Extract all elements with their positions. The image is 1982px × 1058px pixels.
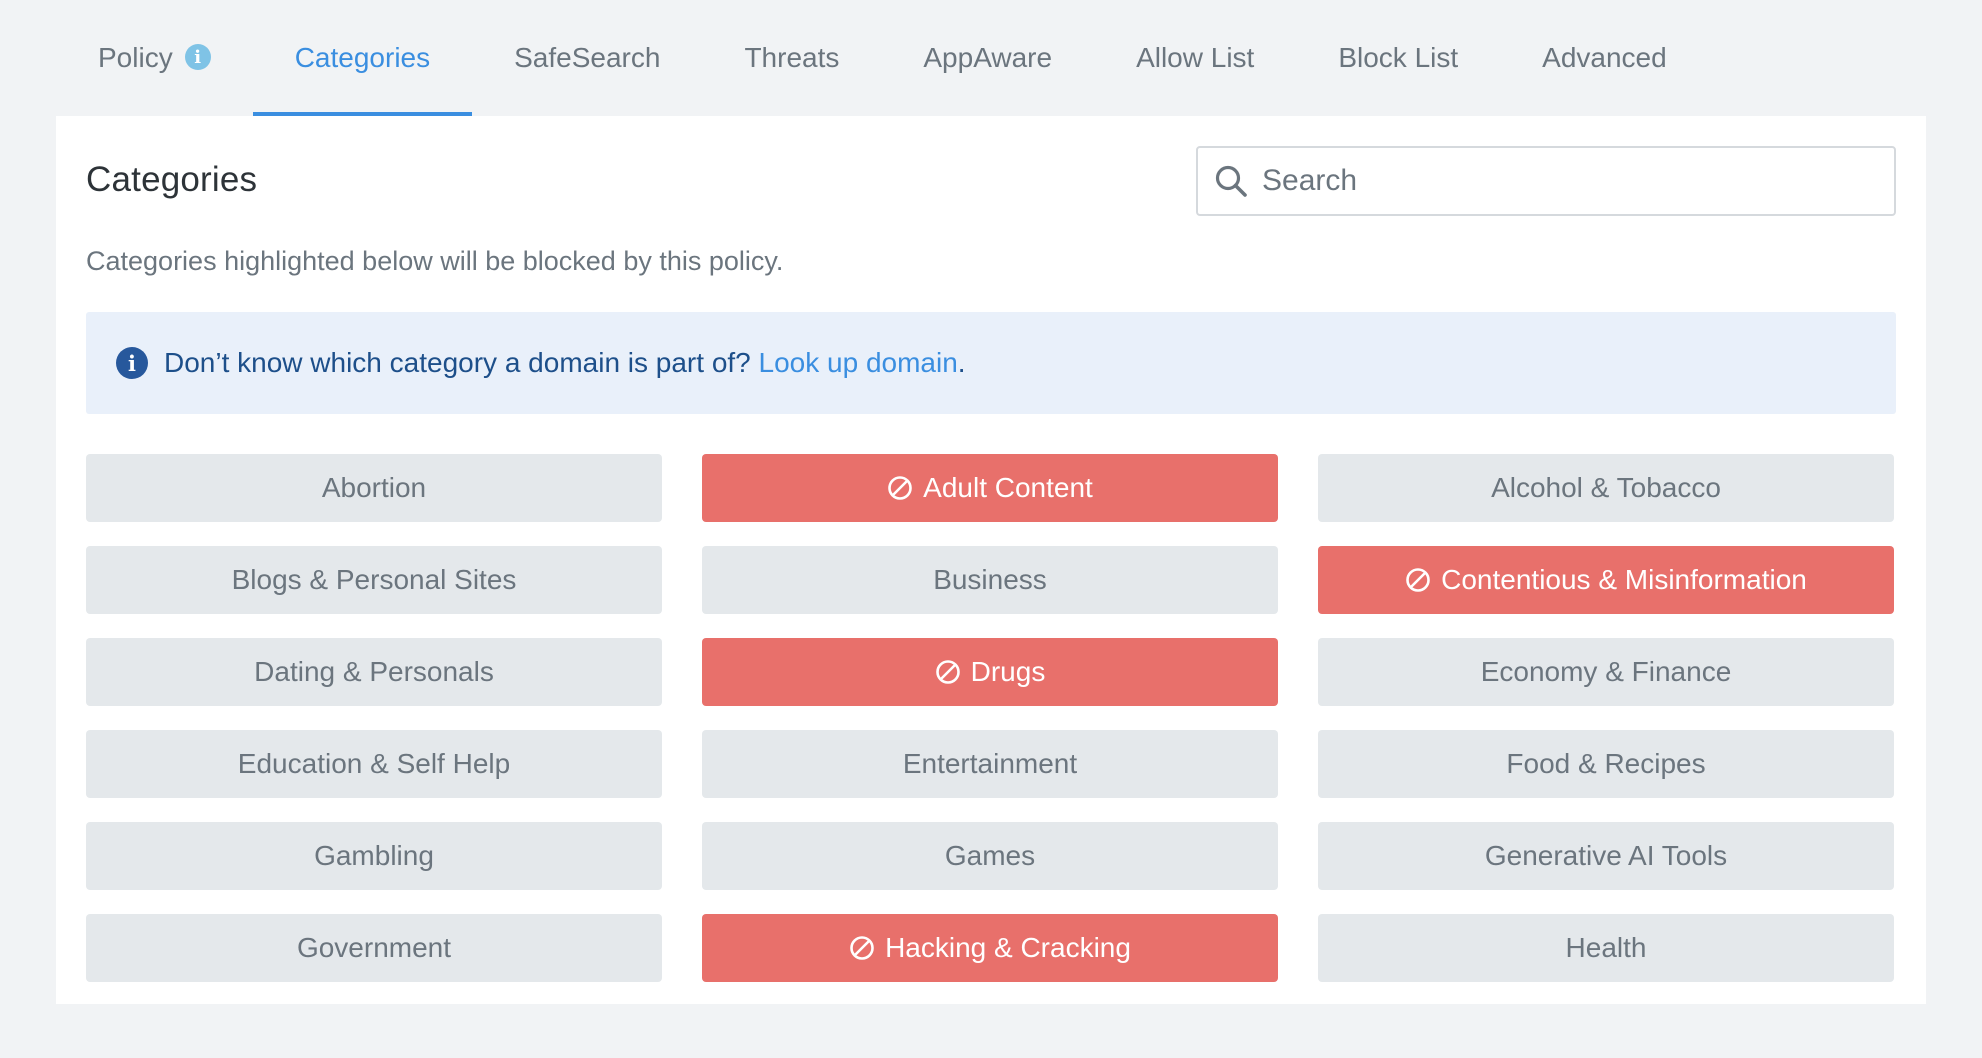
category-button-blocked[interactable]: Contentious & Misinformation xyxy=(1318,546,1894,614)
info-notice: i Don’t know which category a domain is … xyxy=(86,312,1896,414)
notice-text: Don’t know which category a domain is pa… xyxy=(164,347,966,379)
category-label: Education & Self Help xyxy=(237,748,511,779)
look-up-domain-link[interactable]: Look up domain xyxy=(759,347,958,378)
category-grid: Abortion Adult Content Alcohol & Tobacco… xyxy=(86,454,1896,982)
category-button[interactable]: Games xyxy=(702,822,1278,890)
category-button[interactable]: Business xyxy=(702,546,1278,614)
category-button[interactable]: Abortion xyxy=(86,454,662,522)
notice-message: Don’t know which category a domain is pa… xyxy=(164,347,759,378)
category-label: Generative AI Tools xyxy=(1484,840,1728,871)
block-icon xyxy=(850,936,874,960)
tab-categories-label: Categories xyxy=(294,42,431,73)
category-label: Abortion xyxy=(321,472,427,503)
category-button[interactable]: Government xyxy=(86,914,662,982)
category-label: Blogs & Personal Sites xyxy=(231,564,517,595)
page-title: Categories xyxy=(86,160,258,199)
tab-safesearch[interactable]: SafeSearch xyxy=(472,0,702,116)
category-label: Dating & Personals xyxy=(254,656,494,687)
category-button[interactable]: Education & Self Help xyxy=(86,730,662,798)
block-icon xyxy=(935,660,960,684)
category-button[interactable]: Alcohol & Tobacco xyxy=(1318,454,1894,522)
policy-page: Policy i Categories SafeSearch Threats A… xyxy=(0,0,1982,1058)
tab-advanced[interactable]: Advanced xyxy=(1500,0,1709,116)
category-label: Adult Content xyxy=(923,472,1093,503)
category-label: Gambling xyxy=(314,840,434,871)
tab-allow-list[interactable]: Allow List xyxy=(1094,0,1296,116)
page-subtitle: Categories highlighted below will be blo… xyxy=(86,246,784,276)
category-button[interactable]: Generative AI Tools xyxy=(1318,822,1894,890)
block-icon xyxy=(888,476,912,500)
tab-block-list[interactable]: Block List xyxy=(1296,0,1500,116)
category-button[interactable]: Health xyxy=(1318,914,1894,982)
category-button-blocked[interactable]: Adult Content xyxy=(702,454,1278,522)
categories-card: Categories Categories highlighted below … xyxy=(56,116,1926,1004)
notice-suffix: . xyxy=(957,347,966,378)
category-button[interactable]: Economy & Finance xyxy=(1318,638,1894,706)
category-label: Health xyxy=(1565,932,1647,963)
category-button[interactable]: Food & Recipes xyxy=(1318,730,1894,798)
tab-policy-label: Policy xyxy=(98,42,173,73)
category-label: Entertainment xyxy=(902,748,1078,779)
search-icon xyxy=(1215,165,1247,197)
category-button[interactable]: Gambling xyxy=(86,822,662,890)
tab-appaware[interactable]: AppAware xyxy=(881,0,1094,116)
category-button-blocked[interactable]: Hacking & Cracking xyxy=(702,914,1278,982)
category-label: Hacking & Cracking xyxy=(885,932,1131,963)
tab-appaware-label: AppAware xyxy=(923,42,1053,73)
category-label: Games xyxy=(944,840,1036,871)
tab-threats-label: Threats xyxy=(744,42,840,73)
tab-advanced-label: Advanced xyxy=(1542,42,1667,73)
tab-categories[interactable]: Categories xyxy=(252,0,473,116)
category-label: Drugs xyxy=(970,656,1046,687)
tab-block-list-label: Block List xyxy=(1338,42,1459,73)
category-label: Government xyxy=(296,932,452,963)
category-button[interactable]: Dating & Personals xyxy=(86,638,662,706)
category-button[interactable]: Entertainment xyxy=(702,730,1278,798)
category-label: Food & Recipes xyxy=(1506,748,1706,779)
block-icon xyxy=(1406,568,1430,592)
search-input[interactable] xyxy=(1262,164,1862,198)
tab-threats[interactable]: Threats xyxy=(702,0,881,116)
category-button[interactable]: Blogs & Personal Sites xyxy=(86,546,662,614)
category-label: Contentious & Misinformation xyxy=(1441,564,1807,595)
category-button-blocked[interactable]: Drugs xyxy=(702,638,1278,706)
info-icon[interactable]: i xyxy=(184,44,211,70)
category-label: Alcohol & Tobacco xyxy=(1491,472,1721,503)
tab-allow-list-label: Allow List xyxy=(1136,42,1255,73)
search-box[interactable] xyxy=(1196,146,1896,216)
category-label: Economy & Finance xyxy=(1480,656,1732,687)
tab-safesearch-label: SafeSearch xyxy=(514,42,661,73)
category-label: Business xyxy=(933,564,1047,595)
tab-bar: Policy i Categories SafeSearch Threats A… xyxy=(56,0,1709,116)
info-icon: i xyxy=(116,347,148,379)
tab-policy[interactable]: Policy i xyxy=(56,0,253,116)
